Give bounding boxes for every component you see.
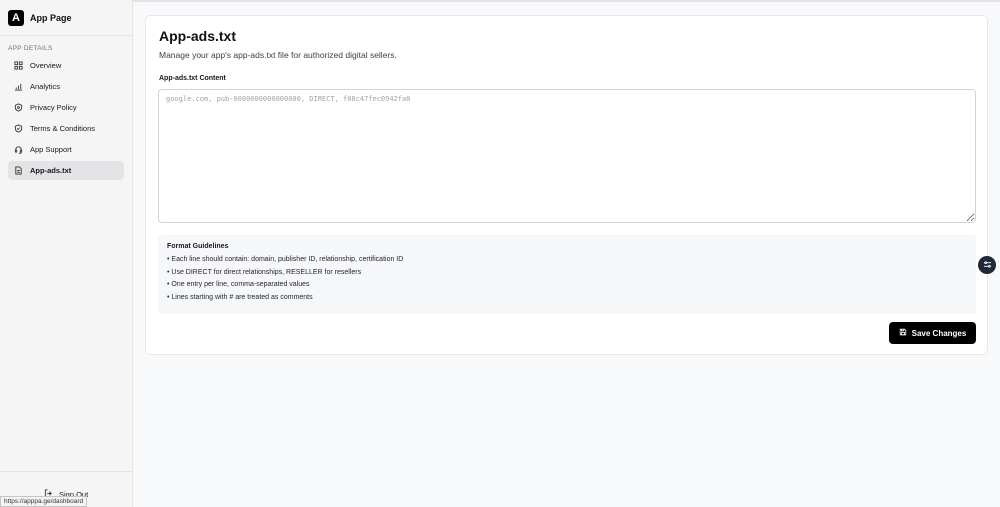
guideline-item: • Each line should contain: domain, publ… [167, 256, 404, 263]
app-ads-card: App-ads.txt Manage your app's app-ads.tx… [145, 15, 988, 355]
section-label-app-details: APP DETAILS [8, 45, 53, 52]
sidebar-item-label: Overview [30, 61, 62, 70]
sidebar-item-analytics[interactable]: Analytics [8, 77, 124, 96]
sidebar-item-overview[interactable]: Overview [8, 56, 124, 75]
page-title: App-ads.txt [159, 28, 236, 44]
save-changes-label: Save Changes [911, 328, 967, 338]
main-content: App-ads.txt Manage your app's app-ads.tx… [133, 0, 1000, 507]
guideline-item: • One entry per line, comma-separated va… [167, 281, 310, 288]
floating-toolbar-button[interactable] [978, 256, 996, 274]
app-root: A App Page APP DETAILS Overview Analytic… [0, 0, 1000, 507]
file-text-icon [14, 166, 23, 175]
sidebar-item-terms-conditions[interactable]: Terms & Conditions [8, 119, 124, 138]
app-ads-content-textarea[interactable] [158, 89, 976, 223]
sliders-icon [983, 256, 992, 274]
guideline-item: • Use DIRECT for direct relationships, R… [167, 268, 362, 276]
format-guidelines: Format Guidelines • Each line should con… [158, 235, 976, 314]
content-field-label: App-ads.txt Content [159, 75, 226, 82]
save-icon [899, 328, 907, 338]
sidebar-nav: Overview Analytics Privacy Policy Terms … [0, 52, 132, 180]
headset-icon [14, 145, 23, 154]
url-status-tooltip: https://apppa.ge/dashboard [0, 496, 88, 507]
sidebar-item-label: App Support [30, 145, 72, 154]
app-name: App Page [30, 12, 72, 23]
page-subtitle: Manage your app's app-ads.txt file for a… [159, 50, 397, 60]
app-logo: A [8, 9, 24, 26]
grid-icon [14, 61, 23, 70]
sidebar-item-label: Privacy Policy [30, 103, 77, 112]
sidebar-item-label: App-ads.txt [30, 166, 72, 175]
sidebar-item-privacy-policy[interactable]: Privacy Policy [8, 98, 124, 117]
brand[interactable]: A App Page [0, 0, 132, 36]
sidebar-item-label: Terms & Conditions [30, 124, 96, 133]
guidelines-title: Format Guidelines [167, 243, 229, 250]
guideline-item: • Lines starting with # are treated as c… [167, 293, 313, 301]
sidebar-item-app-support[interactable]: App Support [8, 140, 124, 159]
sidebar: A App Page APP DETAILS Overview Analytic… [0, 0, 133, 507]
sidebar-item-label: Analytics [30, 82, 61, 91]
sidebar-item-app-ads-txt[interactable]: App-ads.txt [8, 161, 124, 180]
save-changes-button[interactable]: Save Changes [889, 322, 976, 344]
shield-icon [14, 103, 23, 112]
bar-chart-icon [14, 82, 23, 91]
top-divider [133, 0, 1000, 2]
shield-check-icon [14, 124, 23, 133]
